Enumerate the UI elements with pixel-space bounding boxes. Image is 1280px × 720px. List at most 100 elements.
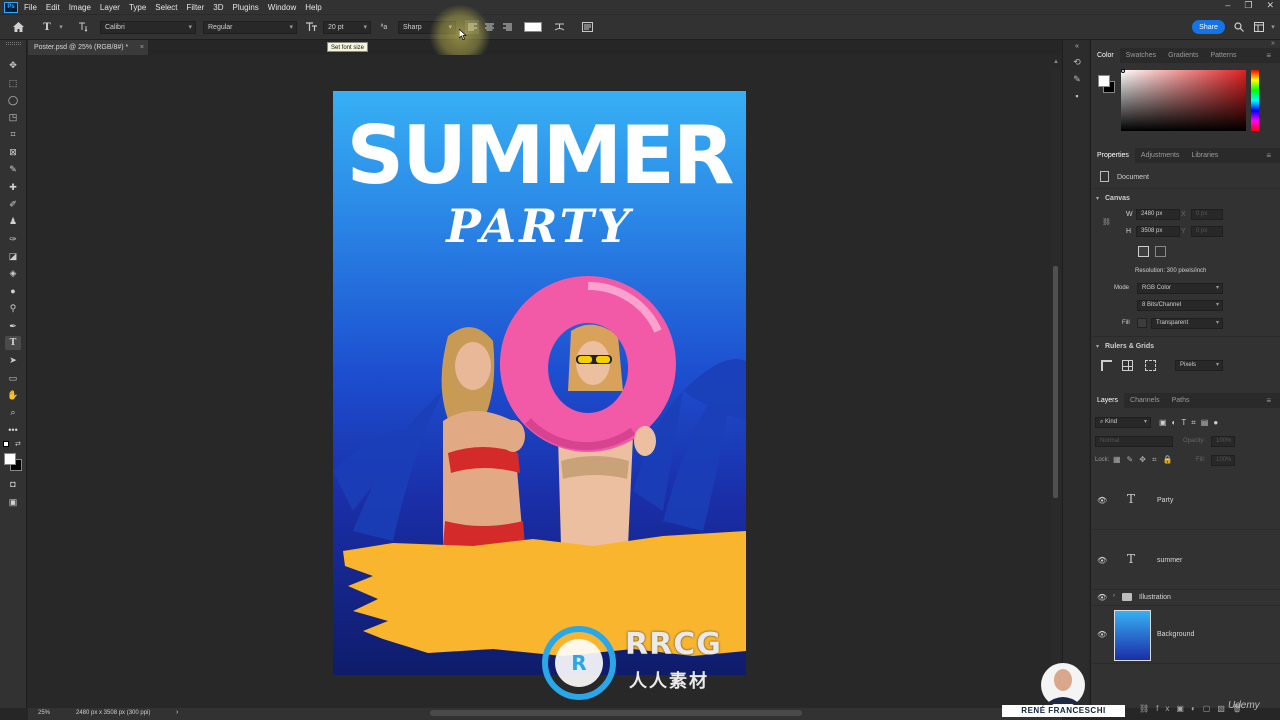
scroll-up-icon[interactable]: ▲ [1053, 59, 1059, 65]
blend-mode-select[interactable]: Normal [1095, 436, 1173, 447]
bit-depth-select[interactable]: 8 Bits/Channel ▾ [1137, 300, 1223, 311]
link-dimensions-icon[interactable]: ⛓ [1102, 218, 1111, 226]
y-input[interactable]: 0 px [1191, 226, 1223, 237]
zoom-level[interactable]: 25% [38, 710, 50, 716]
marquee-tool-icon[interactable]: ⬚ [5, 76, 21, 90]
close-window-button[interactable]: ✕ [1266, 0, 1274, 11]
tab-color[interactable]: Color [1091, 48, 1120, 63]
history-icon[interactable]: ⟲ [1071, 56, 1083, 68]
x-input[interactable]: 0 px [1191, 209, 1223, 220]
document-tab[interactable]: Poster.psd @ 25% (RGB/8#) * × [28, 40, 148, 55]
layer-row-summer[interactable]: 👁 T summer [1091, 530, 1280, 590]
warp-text-icon[interactable] [552, 20, 566, 34]
home-icon[interactable] [11, 20, 25, 34]
fill-opacity-input[interactable]: 100% [1211, 455, 1235, 466]
horizontal-scrollbar-thumb[interactable] [430, 710, 802, 716]
rulers-grids-section-title[interactable]: Rulers & Grids [1105, 343, 1154, 350]
brush-tool-icon[interactable]: ✐ [5, 197, 21, 211]
crop-tool-icon[interactable]: ⌗ [5, 127, 21, 141]
menu-3d[interactable]: 3D [213, 3, 223, 12]
default-colors-icon[interactable] [3, 441, 9, 447]
tab-paths[interactable]: Paths [1166, 393, 1196, 408]
share-button[interactable]: Share [1192, 20, 1225, 34]
menu-select[interactable]: Select [155, 3, 177, 12]
panel-menu-icon[interactable]: ≡ [1260, 148, 1277, 163]
tab-channels[interactable]: Channels [1124, 393, 1166, 408]
menu-type[interactable]: Type [129, 3, 146, 12]
hand-tool-icon[interactable]: ✋ [5, 388, 21, 402]
layer-name[interactable]: summer [1157, 557, 1182, 564]
guides-icon[interactable] [1145, 360, 1156, 371]
layer-row-party[interactable]: 👁 T Party [1091, 472, 1280, 530]
pen-tool-icon[interactable]: ✒ [5, 319, 21, 333]
tab-patterns[interactable]: Patterns [1204, 48, 1242, 63]
visibility-eye-icon[interactable]: 👁 [1097, 593, 1107, 602]
vertical-scrollbar-thumb[interactable] [1053, 266, 1058, 498]
text-orientation-icon[interactable] [76, 20, 90, 34]
move-tool-icon[interactable]: ✥ [5, 58, 21, 72]
visibility-eye-icon[interactable]: 👁 [1097, 556, 1107, 565]
status-menu-arrow[interactable]: › [176, 709, 178, 716]
eyedropper-tool-icon[interactable]: ✎ [5, 162, 21, 176]
menu-layer[interactable]: Layer [100, 3, 120, 12]
dodge-tool-icon[interactable]: ⚲ [5, 301, 21, 315]
ruler-icon[interactable] [1101, 360, 1112, 371]
chevron-down-icon[interactable]: ▾ [54, 20, 68, 34]
align-right-icon[interactable] [500, 20, 514, 34]
clone-stamp-tool-icon[interactable]: ♟ [5, 214, 21, 228]
visibility-eye-icon[interactable]: 👁 [1097, 630, 1107, 639]
font-family-select[interactable]: Calibri ▾ [100, 21, 196, 34]
tab-properties[interactable]: Properties [1091, 148, 1135, 163]
layer-filter-icons[interactable]: ▣◐T⌗▤● [1159, 418, 1223, 428]
opacity-input[interactable]: 100% [1211, 436, 1235, 447]
object-selection-tool-icon[interactable]: ◳ [5, 110, 21, 124]
text-color-swatch[interactable] [524, 22, 542, 32]
tab-layers[interactable]: Layers [1091, 393, 1125, 408]
menu-plugins[interactable]: Plugins [233, 3, 259, 12]
tab-swatches[interactable]: Swatches [1120, 48, 1162, 63]
vertical-scrollbar[interactable] [1051, 70, 1060, 700]
units-select[interactable]: Pixels ▾ [1175, 360, 1223, 371]
layer-filter-select[interactable]: ⌕ Kind ▾ [1095, 417, 1151, 428]
layer-row-illustration[interactable]: 👁 › Illustration [1091, 590, 1280, 606]
fg-color-chip[interactable] [1098, 75, 1110, 87]
canvas-section-title[interactable]: Canvas [1105, 195, 1130, 202]
zoom-tool-icon[interactable]: ⌕ [5, 405, 21, 419]
lasso-tool-icon[interactable]: ◯ [5, 93, 21, 107]
chevron-down-icon[interactable]: ▾ [1266, 20, 1280, 34]
layer-name[interactable]: Illustration [1139, 594, 1171, 601]
paint-bucket-tool-icon[interactable]: ◈ [5, 266, 21, 280]
color-picker-field[interactable] [1121, 70, 1246, 131]
foreground-color-swatch[interactable] [4, 453, 16, 465]
portrait-orientation-icon[interactable] [1138, 246, 1149, 257]
fill-swatch[interactable] [1137, 318, 1147, 328]
chevron-right-icon[interactable]: › [1113, 593, 1115, 599]
height-input[interactable]: 3508 px [1136, 226, 1180, 237]
tab-gradients[interactable]: Gradients [1162, 48, 1204, 63]
layer-name[interactable]: Party [1157, 497, 1173, 504]
font-size-select[interactable]: 20 pt ▾ [323, 21, 371, 34]
history-brush-tool-icon[interactable]: ✑ [5, 232, 21, 246]
visibility-eye-icon[interactable]: 👁 [1097, 496, 1107, 505]
collapse-icon[interactable]: « [1071, 40, 1083, 52]
chevron-down-icon[interactable]: ▾ [1096, 195, 1099, 202]
menu-image[interactable]: Image [69, 3, 91, 12]
chevron-down-icon[interactable]: ▾ [1096, 343, 1099, 350]
menu-edit[interactable]: Edit [46, 3, 60, 12]
collapse-panels-icon[interactable]: » [1271, 40, 1275, 47]
screen-mode-icon[interactable]: ▣ [5, 495, 21, 509]
swap-colors-icon[interactable]: ⇄ [15, 440, 21, 448]
menu-window[interactable]: Window [268, 3, 296, 12]
healing-brush-tool-icon[interactable]: ✚ [5, 180, 21, 194]
layer-name[interactable]: Background [1157, 631, 1194, 638]
frame-tool-icon[interactable]: ⊠ [5, 145, 21, 159]
eraser-tool-icon[interactable]: ◪ [5, 249, 21, 263]
lock-icons[interactable]: ▦✎✥⌗🔒 [1113, 455, 1178, 465]
panel-menu-icon[interactable]: ≡ [1260, 48, 1277, 63]
comments-icon[interactable]: ▪ [1071, 90, 1083, 102]
fill-select[interactable]: Transparent ▾ [1151, 318, 1223, 329]
toolbar-grip[interactable] [6, 42, 21, 45]
restore-button[interactable]: ❐ [1244, 0, 1252, 11]
minimize-button[interactable]: – [1225, 0, 1230, 11]
tab-adjustments[interactable]: Adjustments [1135, 148, 1186, 163]
